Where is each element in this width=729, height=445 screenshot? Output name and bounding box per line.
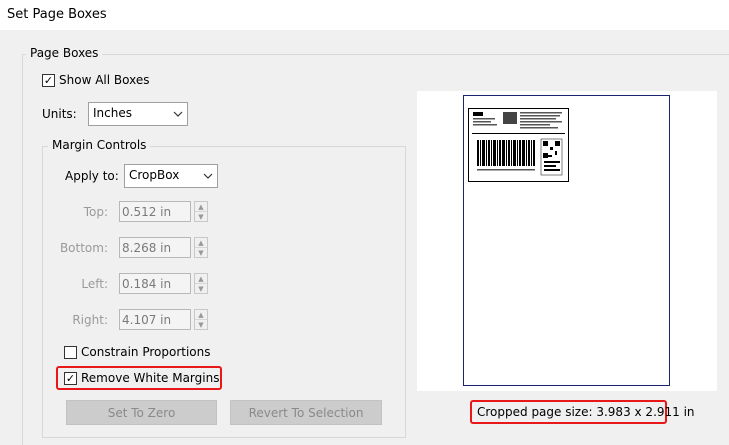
margin-controls-group-label: Margin Controls xyxy=(48,138,151,152)
units-dropdown[interactable]: Inches xyxy=(88,102,188,126)
right-stepper[interactable]: ▲ ▼ xyxy=(194,309,208,330)
right-value: 4.107 in xyxy=(122,313,172,327)
stepper-down-icon[interactable]: ▼ xyxy=(195,211,207,221)
stepper-up-icon[interactable]: ▲ xyxy=(195,238,207,247)
show-all-boxes-checkbox[interactable]: ✓ Show All Boxes xyxy=(42,73,149,87)
shipping-label-graphic xyxy=(472,112,565,176)
title-bar: Set Page Boxes xyxy=(0,0,729,30)
left-label: Left: xyxy=(81,277,108,291)
window-title: Set Page Boxes xyxy=(7,7,107,22)
right-field[interactable]: 4.107 in xyxy=(119,309,191,330)
page-boxes-group-rule xyxy=(22,54,729,55)
stepper-up-icon[interactable]: ▲ xyxy=(195,202,207,211)
top-stepper[interactable]: ▲ ▼ xyxy=(194,201,208,222)
right-label: Right: xyxy=(72,313,108,327)
left-field[interactable]: 0.184 in xyxy=(119,273,191,294)
apply-to-value: CropBox xyxy=(129,168,180,182)
bottom-field[interactable]: 8.268 in xyxy=(119,237,191,258)
set-to-zero-button[interactable]: Set To Zero xyxy=(66,400,217,425)
bottom-stepper[interactable]: ▲ ▼ xyxy=(194,237,208,258)
top-label: Top: xyxy=(83,205,108,219)
stepper-down-icon[interactable]: ▼ xyxy=(195,319,207,329)
chevron-down-icon xyxy=(169,103,187,125)
top-value: 0.512 in xyxy=(122,205,172,219)
checkbox-box[interactable]: ✓ xyxy=(64,371,77,385)
apply-to-dropdown[interactable]: CropBox xyxy=(124,164,218,188)
remove-white-margins-label: Remove White Margins xyxy=(81,371,220,385)
checkbox-box[interactable]: ✓ xyxy=(42,73,55,87)
stepper-up-icon[interactable]: ▲ xyxy=(195,310,207,319)
stepper-up-icon[interactable]: ▲ xyxy=(195,274,207,283)
page-boxes-group-left-border xyxy=(22,54,23,445)
constrain-proportions-label: Constrain Proportions xyxy=(81,345,211,359)
show-all-boxes-label: Show All Boxes xyxy=(59,73,150,87)
margin-controls-group xyxy=(42,146,406,438)
units-label: Units: xyxy=(42,107,77,121)
apply-to-label: Apply to: xyxy=(65,169,119,183)
cropped-page-size-text: Cropped page size: 3.983 x 2.911 in xyxy=(477,405,695,419)
shipping-label-thumbnail xyxy=(468,108,569,182)
page-preview xyxy=(417,91,717,391)
stepper-down-icon[interactable]: ▼ xyxy=(195,283,207,293)
left-stepper[interactable]: ▲ ▼ xyxy=(194,273,208,294)
page-boxes-group-label: Page Boxes xyxy=(26,46,103,60)
units-value: Inches xyxy=(93,106,132,120)
stepper-down-icon[interactable]: ▼ xyxy=(195,247,207,257)
remove-white-margins-checkbox[interactable]: ✓ Remove White Margins xyxy=(64,371,219,385)
page-outline xyxy=(463,95,670,386)
chevron-down-icon xyxy=(199,165,217,187)
constrain-proportions-checkbox[interactable]: Constrain Proportions xyxy=(64,345,211,359)
bottom-value: 8.268 in xyxy=(122,241,172,255)
bottom-label: Bottom: xyxy=(59,241,108,255)
left-value: 0.184 in xyxy=(122,277,172,291)
checkbox-box[interactable] xyxy=(64,345,77,359)
top-field[interactable]: 0.512 in xyxy=(119,201,191,222)
revert-to-selection-button[interactable]: Revert To Selection xyxy=(230,400,382,425)
